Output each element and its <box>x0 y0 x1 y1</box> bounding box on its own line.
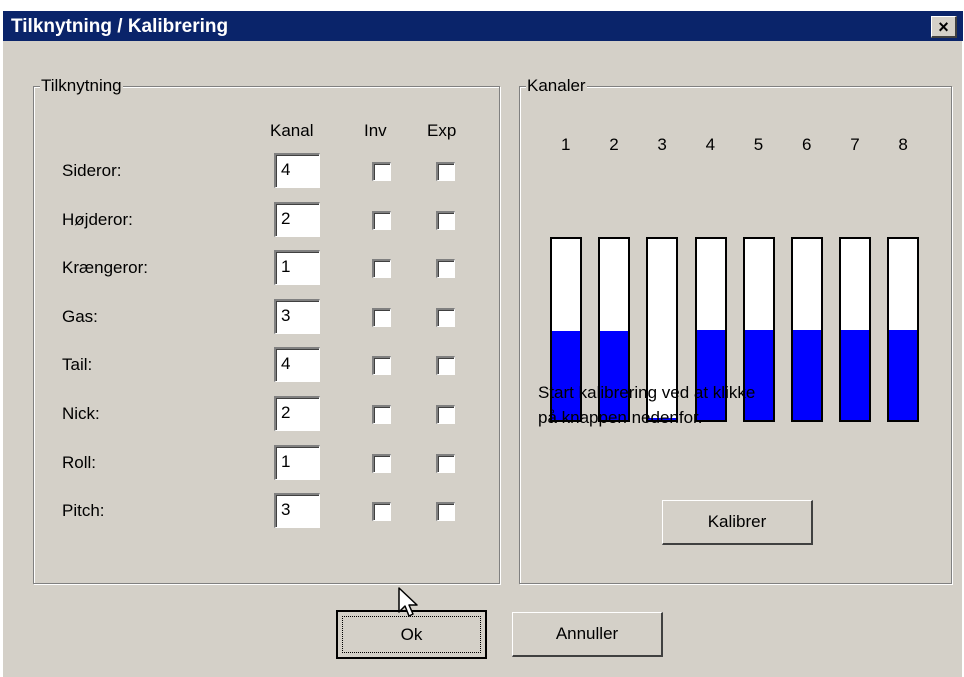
close-button[interactable]: × <box>931 16 957 38</box>
inv-checkbox[interactable] <box>372 453 391 473</box>
row-label: Højderor: <box>62 209 133 229</box>
title-bar[interactable]: Tilknytning / Kalibrering × <box>3 11 963 41</box>
channel-bar <box>839 237 872 422</box>
channel-number: 3 <box>657 135 667 154</box>
channel-bar <box>887 237 920 422</box>
row-label: Nick: <box>62 404 100 423</box>
instruction-line-1: Start kalibrering ved at klikke <box>538 383 756 402</box>
inv-checkbox[interactable] <box>372 502 391 522</box>
dialog-window: Tilknytning / Kalibrering × Tilknytning … <box>2 10 963 677</box>
row-label: Sideror: <box>62 161 122 180</box>
inv-checkbox[interactable] <box>372 210 391 230</box>
calibrate-button[interactable]: Kalibrer <box>662 500 813 545</box>
channel-input[interactable]: 2 <box>274 201 320 237</box>
channel-input[interactable]: 3 <box>274 298 320 334</box>
row-label: Gas: <box>62 306 98 326</box>
cancel-label: Annuller <box>555 624 619 643</box>
cancel-button[interactable]: Annuller <box>512 612 663 657</box>
channel-input[interactable]: 4 <box>274 153 320 188</box>
close-icon: × <box>938 17 949 37</box>
inv-checkbox[interactable] <box>372 307 391 327</box>
exp-checkbox[interactable] <box>436 405 455 424</box>
channel-input[interactable]: 2 <box>274 396 320 431</box>
inv-checkbox[interactable] <box>372 259 391 279</box>
channel-bar-fill <box>744 329 773 420</box>
inv-checkbox[interactable] <box>372 405 391 424</box>
channel-number: 4 <box>705 135 716 154</box>
exp-checkbox[interactable] <box>436 259 455 279</box>
window-title: Tilknytning / Kalibrering <box>11 16 229 37</box>
row-label: Tail: <box>62 355 93 375</box>
channel-bar-fill <box>552 331 580 420</box>
channel-bar-fill <box>889 329 918 420</box>
channel-input[interactable]: 1 <box>274 250 320 286</box>
row-label: Krængeror: <box>62 258 148 278</box>
channel-number: 8 <box>898 135 908 154</box>
instruction-line-2: på knappen nedenfor. <box>538 408 703 427</box>
channels-group: Kanaler 1 2 3 4 5 6 7 8 Start kalibrering ved a… <box>519 76 952 584</box>
header-inv: Inv <box>364 121 387 140</box>
assignment-legend: Tilknytning <box>40 76 123 96</box>
channel-input[interactable]: 1 <box>274 444 320 480</box>
exp-checkbox[interactable] <box>436 356 455 376</box>
channel-bar-fill <box>793 329 821 420</box>
mouse-pointer-icon <box>398 587 418 617</box>
row-label: Pitch: <box>62 501 105 521</box>
channel-bar-fill <box>696 329 725 420</box>
channel-number: 7 <box>850 135 860 154</box>
channel-bar <box>791 237 823 422</box>
channel-bar-fill <box>600 331 629 420</box>
channel-number: 1 <box>561 135 571 154</box>
exp-checkbox[interactable] <box>436 162 455 181</box>
channels-legend: Kanaler <box>526 76 587 96</box>
assignment-group: Tilknytning Kanal Inv Exp Sideror: 4 Højde… <box>33 76 500 584</box>
channel-bar-fill <box>841 329 870 420</box>
inv-checkbox[interactable] <box>372 356 391 376</box>
exp-checkbox[interactable] <box>436 453 455 473</box>
row-label: Roll: <box>62 452 97 472</box>
exp-checkbox[interactable] <box>436 210 455 230</box>
exp-checkbox[interactable] <box>436 502 455 522</box>
channel-number: 2 <box>609 135 619 154</box>
channel-input[interactable]: 3 <box>274 493 320 529</box>
focus-rect <box>342 616 481 653</box>
header-exp: Exp <box>427 121 457 140</box>
channel-number: 6 <box>802 135 812 154</box>
calibrate-label: Kalibrer <box>707 512 767 531</box>
channel-number: 5 <box>753 135 764 154</box>
channel-input[interactable]: 4 <box>274 347 320 383</box>
header-kanal: Kanal <box>270 121 314 140</box>
exp-checkbox[interactable] <box>436 307 455 327</box>
inv-checkbox[interactable] <box>372 162 391 181</box>
